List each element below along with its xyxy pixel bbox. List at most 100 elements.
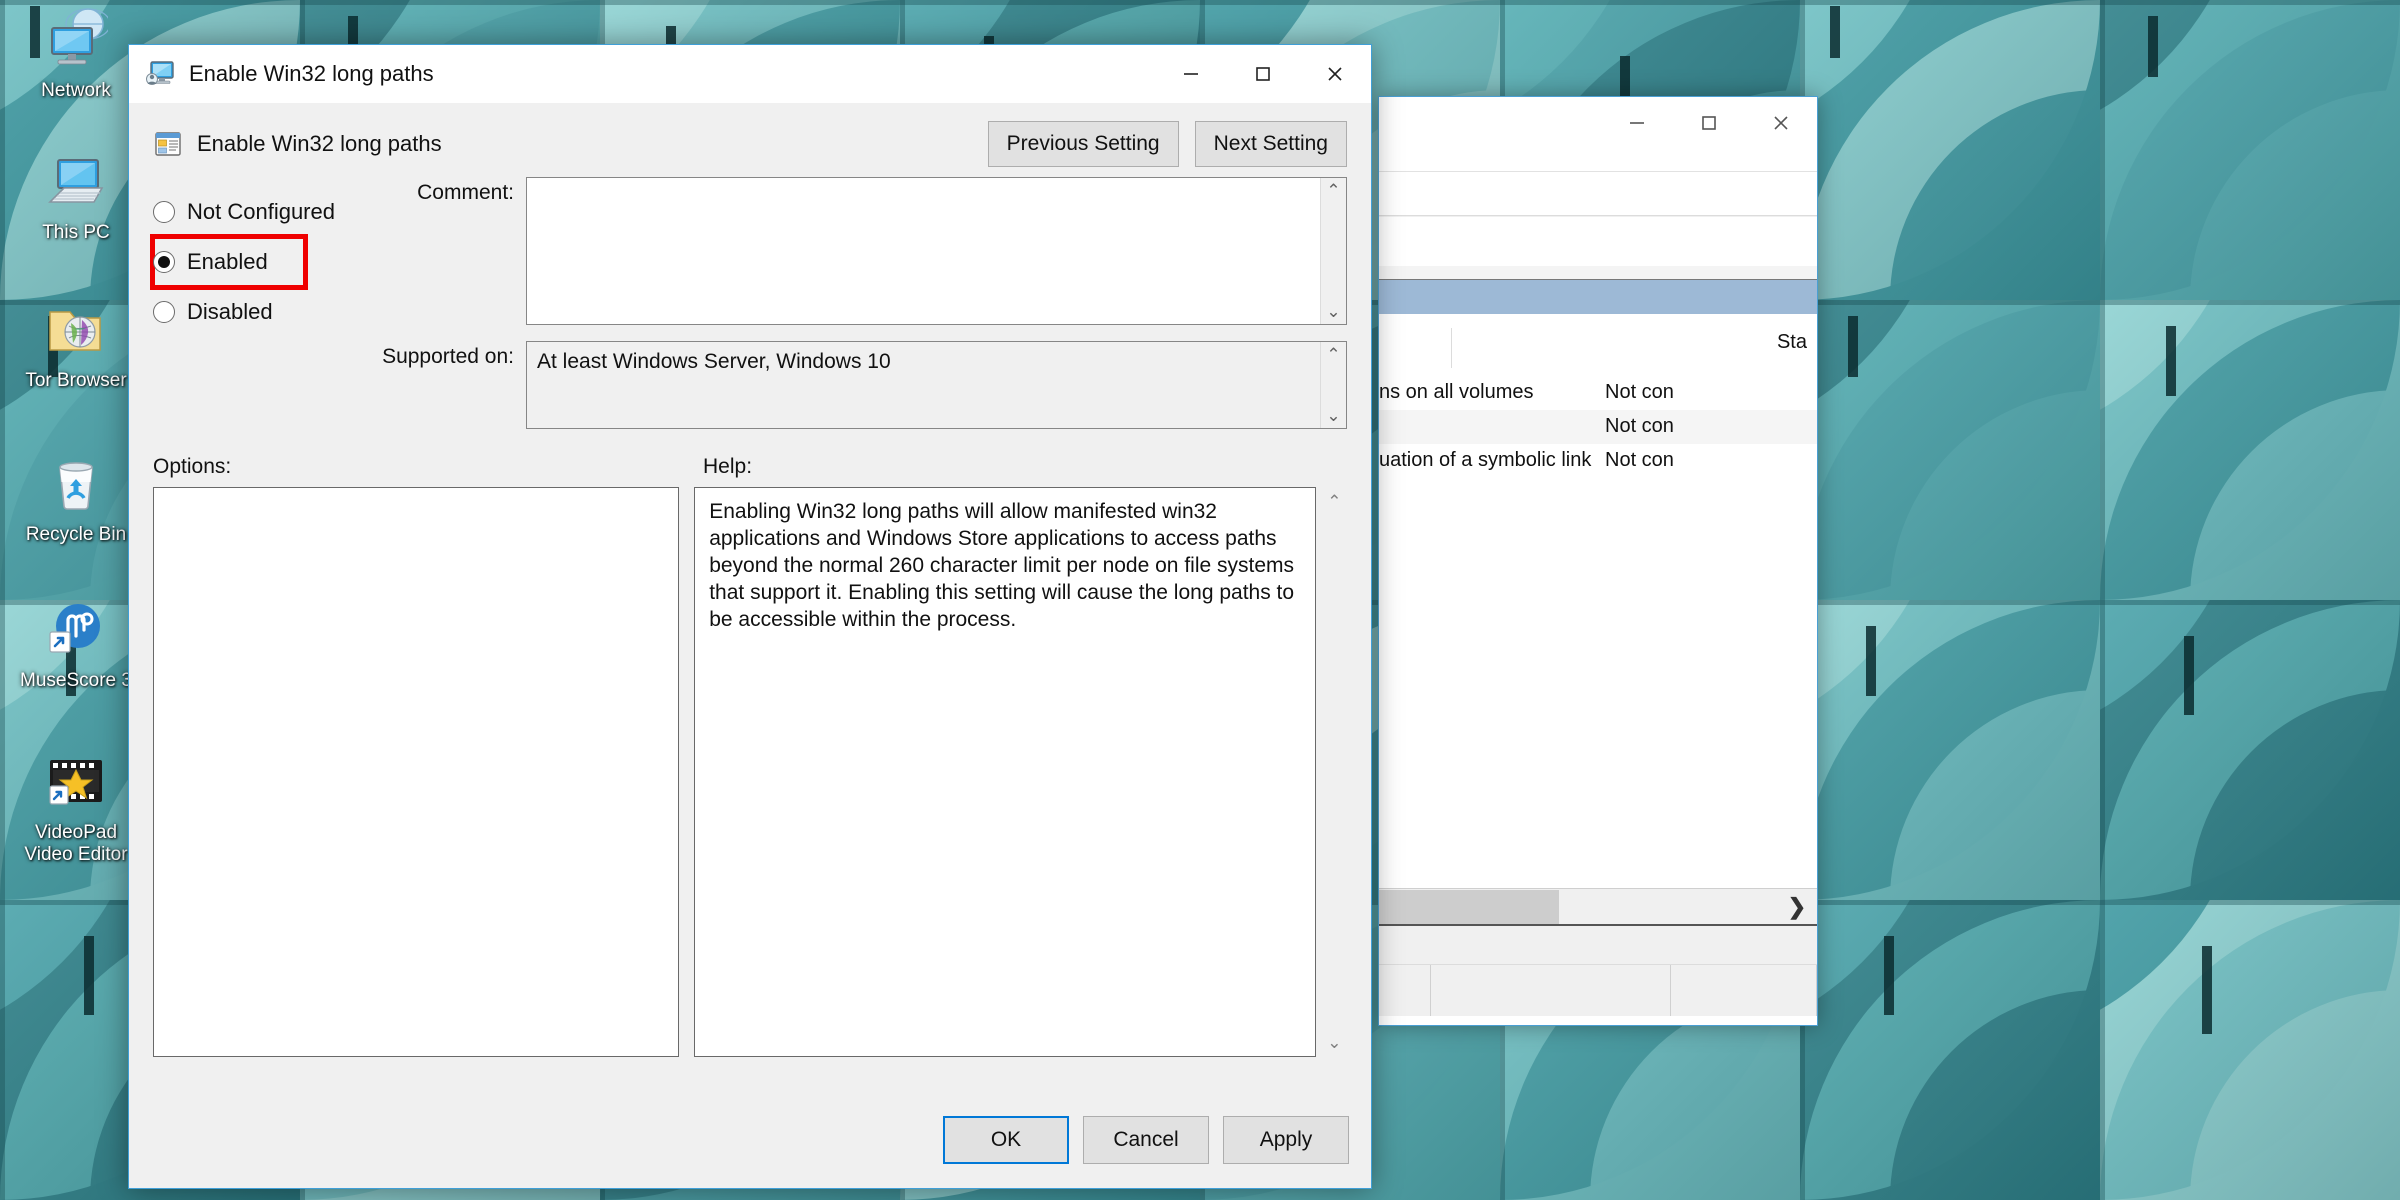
tor-browser-icon: [44, 298, 108, 362]
ok-button[interactable]: OK: [943, 1116, 1069, 1164]
musescore-icon: [44, 598, 108, 662]
gpedit-column-header[interactable]: Sta: [1379, 314, 1817, 376]
desktop-icon-network[interactable]: Network: [12, 8, 140, 102]
gpedit-minimize-button[interactable]: [1601, 97, 1673, 149]
dialog-title: Enable Win32 long paths: [189, 61, 434, 87]
dialog-footer: OK Cancel Apply: [129, 1092, 1371, 1188]
desktop-icon-videopad[interactable]: VideoPad Video Editor: [12, 750, 140, 866]
radio-disabled[interactable]: Disabled: [153, 287, 368, 337]
radio-label: Disabled: [187, 299, 273, 325]
radio-button-indicator[interactable]: [153, 201, 175, 223]
supported-on-scrollbar[interactable]: ⌃ ⌄: [1320, 342, 1346, 428]
scroll-up-arrow-icon[interactable]: ⌃: [1326, 182, 1340, 199]
table-row[interactable]: Not con: [1379, 410, 1817, 444]
options-label: Options:: [153, 455, 703, 479]
row-setting-name: ns on all volumes: [1379, 381, 1534, 404]
row-status: Not con: [1605, 449, 1674, 472]
scroll-right-arrow-icon[interactable]: ❯: [1777, 894, 1817, 920]
scroll-down-arrow-icon[interactable]: ⌄: [1326, 407, 1340, 424]
panes-row: Enabling Win32 long paths will allow man…: [145, 487, 1355, 1057]
comment-scrollbar[interactable]: ⌃ ⌄: [1320, 178, 1346, 324]
radio-button-indicator[interactable]: [153, 251, 175, 273]
desktop-icon-label: MuseScore 3: [12, 670, 140, 692]
dialog-maximize-button[interactable]: [1227, 45, 1299, 103]
gpedit-titlebar[interactable]: [1379, 97, 1817, 171]
setting-header-row: Enable Win32 long paths Previous Setting…: [145, 103, 1355, 177]
desktop-icon-recycle-bin[interactable]: Recycle Bin: [12, 452, 140, 546]
network-icon: [44, 8, 108, 72]
scrollbar-thumb[interactable]: [1379, 890, 1559, 924]
dialog-minimize-button[interactable]: [1155, 45, 1227, 103]
previous-setting-button[interactable]: Previous Setting: [988, 121, 1179, 167]
this-pc-icon: [44, 150, 108, 214]
videopad-icon: [44, 750, 108, 814]
status-pane-1: [1379, 965, 1431, 1016]
radio-button-indicator[interactable]: [153, 301, 175, 323]
dialog-titlebar[interactable]: Enable Win32 long paths: [129, 45, 1371, 103]
scroll-down-arrow-icon[interactable]: ⌄: [1326, 303, 1340, 320]
gpedit-tab-strip[interactable]: [1379, 924, 1817, 964]
desktop-icon-tor-browser[interactable]: Tor Browser: [12, 298, 140, 392]
comment-input[interactable]: [527, 178, 1320, 324]
gpedit-menubar[interactable]: [1379, 171, 1817, 215]
options-pane[interactable]: [153, 487, 679, 1057]
scroll-up-arrow-icon[interactable]: ⌃: [1326, 346, 1340, 363]
supported-on-field-row: Supported on: At least Windows Server, W…: [368, 341, 1347, 429]
desktop-icon-this-pc[interactable]: This PC: [12, 150, 140, 244]
recycle-bin-icon: [44, 452, 108, 516]
desktop-icon-label: This PC: [12, 222, 140, 244]
gpedit-settings-list[interactable]: Sta ns on all volumes Not con Not con ua…: [1379, 314, 1817, 888]
next-setting-button[interactable]: Next Setting: [1195, 121, 1347, 167]
gpedit-toolbar-secondary: [1379, 266, 1817, 280]
desktop-icon-musescore[interactable]: MuseScore 3: [12, 598, 140, 692]
desktop-icon-label: Tor Browser: [12, 370, 140, 392]
supported-on-field[interactable]: At least Windows Server, Windows 10 ⌃ ⌄: [526, 341, 1347, 429]
desktop-icon-label-line2: Video Editor: [12, 844, 140, 866]
policy-setting-icon: [145, 59, 175, 89]
comment-field-row: Comment: ⌃ ⌄: [368, 177, 1347, 325]
desktop-icon-label: VideoPad: [12, 822, 140, 844]
policy-setting-icon: [153, 129, 183, 159]
enable-win32-long-paths-dialog[interactable]: Enable Win32 long paths Enable Wi: [128, 44, 1372, 1189]
supported-on-value: At least Windows Server, Windows 10: [527, 342, 1320, 428]
gpedit-maximize-button[interactable]: [1673, 97, 1745, 149]
pane-gap: [679, 487, 695, 1057]
radio-enabled[interactable]: Enabled: [153, 237, 305, 287]
help-content: Enabling Win32 long paths will allow man…: [709, 500, 1294, 631]
dialog-close-button[interactable]: [1299, 45, 1371, 103]
setting-state-group[interactable]: Not Configured Enabled Disabled: [153, 177, 368, 445]
row-status: Not con: [1605, 415, 1674, 438]
gpedit-close-button[interactable]: [1745, 97, 1817, 149]
dialog-body: Enable Win32 long paths Previous Setting…: [129, 103, 1371, 1092]
gpedit-horizontal-scrollbar[interactable]: ❯: [1379, 888, 1817, 924]
desktop-icon-label: Recycle Bin: [12, 524, 140, 546]
scroll-up-arrow-icon[interactable]: ⌃: [1327, 493, 1341, 510]
apply-button[interactable]: Apply: [1223, 1116, 1349, 1164]
help-pane[interactable]: Enabling Win32 long paths will allow man…: [694, 487, 1316, 1057]
table-row[interactable]: ns on all volumes Not con: [1379, 376, 1817, 410]
gpedit-status-bar: [1379, 964, 1817, 1016]
row-status: Not con: [1605, 381, 1674, 404]
cancel-button[interactable]: Cancel: [1083, 1116, 1209, 1164]
gpedit-selected-node[interactable]: [1379, 280, 1817, 314]
desktop-icon-label: Network: [12, 80, 140, 102]
supported-on-label: Supported on:: [368, 341, 526, 429]
column-divider[interactable]: [1451, 328, 1452, 368]
state-and-metadata-row: Not Configured Enabled Disabled Comment:: [145, 177, 1355, 445]
status-pane-2: [1431, 965, 1671, 1016]
row-setting-name: uation of a symbolic link: [1379, 449, 1591, 472]
radio-label: Enabled: [187, 249, 268, 275]
setting-name: Enable Win32 long paths: [197, 131, 442, 157]
comment-label: Comment:: [368, 177, 526, 325]
scroll-down-arrow-icon[interactable]: ⌄: [1327, 1034, 1341, 1051]
comment-field[interactable]: ⌃ ⌄: [526, 177, 1347, 325]
radio-not-configured[interactable]: Not Configured: [153, 187, 368, 237]
help-label: Help:: [703, 455, 752, 479]
group-policy-editor-window[interactable]: Sta ns on all volumes Not con Not con ua…: [1378, 96, 1818, 1026]
status-pane-3: [1671, 965, 1817, 1016]
table-row[interactable]: uation of a symbolic link Not con: [1379, 444, 1817, 478]
help-scrollbar[interactable]: ⌃ ⌄: [1322, 487, 1347, 1057]
radio-label: Not Configured: [187, 199, 335, 225]
gpedit-toolbar[interactable]: [1379, 216, 1817, 266]
column-header-status[interactable]: Sta: [1777, 331, 1807, 354]
